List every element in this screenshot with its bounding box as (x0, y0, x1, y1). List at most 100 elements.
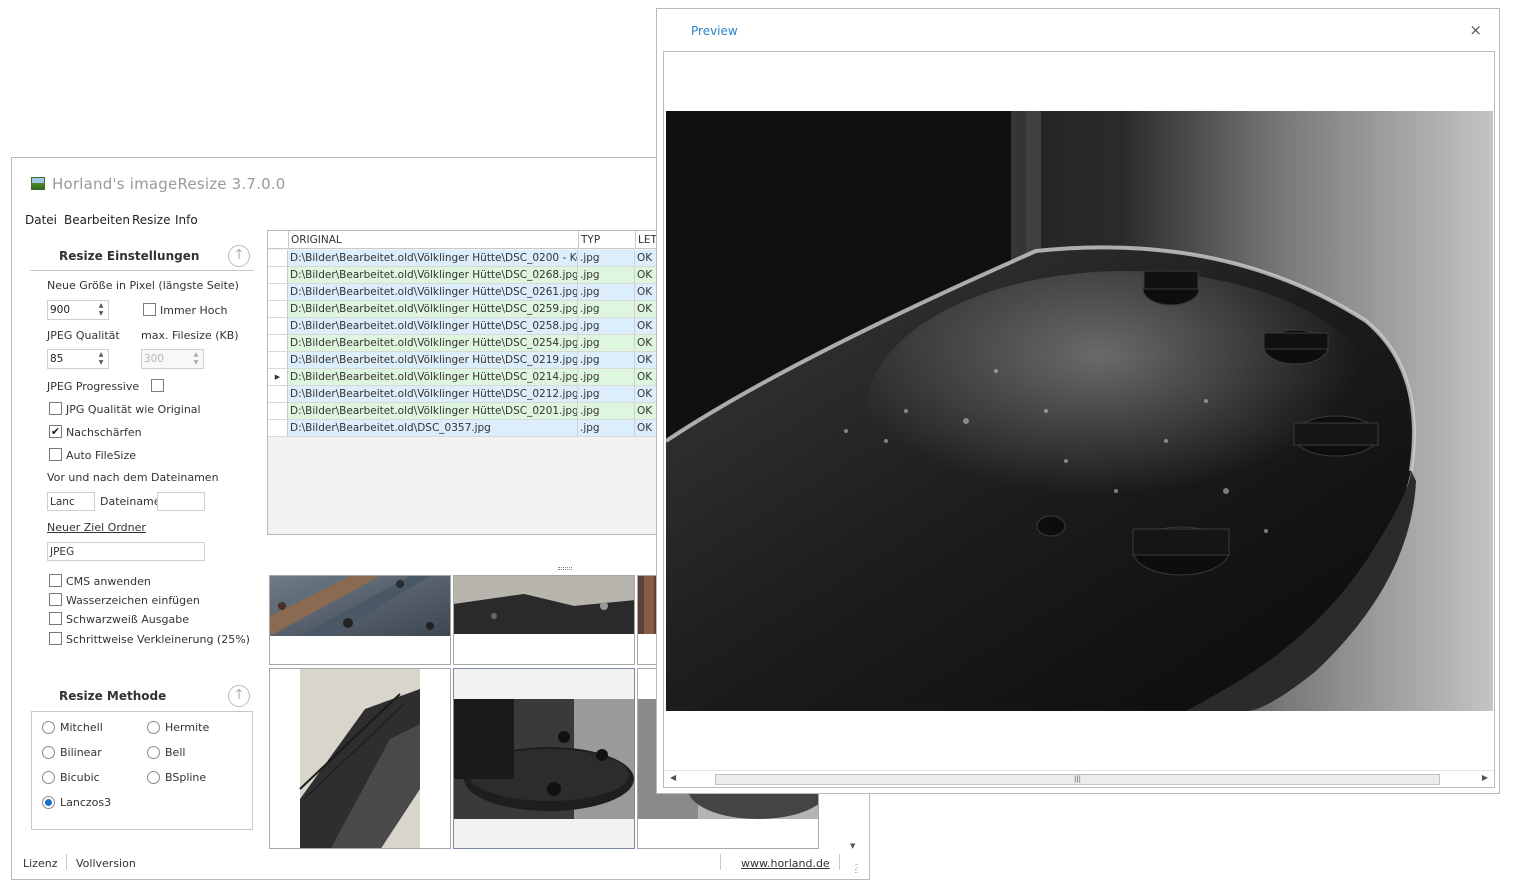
table-row[interactable]: D:\Bilder\Bearbeitet.old\Völklinger Hütt… (268, 284, 686, 301)
table-row[interactable]: ▶ D:\Bilder\Bearbeitet.old\Völklinger Hüt… (268, 369, 686, 386)
grid-header: ORIGINAL TYP LETZ (268, 231, 686, 249)
radio-bspline-label: BSpline (165, 771, 207, 784)
close-icon[interactable]: × (1469, 21, 1482, 39)
radio-bell[interactable] (147, 746, 160, 759)
status-bar: Lizenz Vollversion www.horland.de ·::: (12, 854, 869, 879)
menu-resize[interactable]: Resize (132, 213, 170, 227)
splitter-grip[interactable] (558, 567, 572, 570)
status-separator (66, 854, 67, 870)
app-title: Horland's imageResize 3.7.0.0 (52, 175, 286, 193)
row-header[interactable] (268, 267, 288, 284)
status-separator (720, 854, 721, 870)
radio-lanczos3[interactable] (42, 796, 55, 809)
cell-original: D:\Bilder\Bearbeitet.old\Völklinger Hütt… (288, 369, 578, 386)
license-label[interactable]: Lizenz (23, 857, 57, 870)
orig-quality-checkbox[interactable] (49, 402, 62, 415)
column-original[interactable]: ORIGINAL (288, 231, 578, 249)
bw-checkbox[interactable] (49, 612, 62, 625)
table-row[interactable]: D:\Bilder\Bearbeitet.old\Völklinger Hütt… (268, 267, 686, 284)
table-row[interactable]: D:\Bilder\Bearbeitet.old\Völklinger Hütt… (268, 403, 686, 420)
resize-grip-icon[interactable]: ·::: (854, 862, 864, 875)
suffix-input[interactable] (157, 492, 205, 511)
preview-image (666, 111, 1493, 711)
target-folder-link[interactable]: Neuer Ziel Ordner (47, 521, 146, 534)
row-header[interactable] (268, 250, 288, 267)
jpeg-quality-spinner[interactable]: 85 ▲ ▼ (47, 349, 109, 369)
radio-mitchell-label: Mitchell (60, 721, 103, 734)
filename-label: Dateiname (100, 495, 161, 508)
orig-quality-label: JPG Qualität wie Original (66, 403, 201, 416)
table-row[interactable]: D:\Bilder\Bearbeitet.old\Völklinger Hütt… (268, 386, 686, 403)
thumbnail-image (454, 699, 634, 819)
row-header[interactable] (268, 284, 288, 301)
preview-hscrollbar[interactable]: ◀ ||| ▶ (664, 770, 1494, 787)
website-link[interactable]: www.horland.de (741, 857, 830, 870)
radio-bilinear[interactable] (42, 746, 55, 759)
thumbnail-1[interactable] (269, 575, 451, 665)
table-row[interactable]: D:\Bilder\Bearbeitet.old\Völklinger Hütt… (268, 301, 686, 318)
thumbnail-5-selected[interactable] (453, 668, 635, 849)
table-row[interactable]: D:\Bilder\Bearbeitet.old\Völklinger Hütt… (268, 318, 686, 335)
thumbnail-2[interactable] (453, 575, 635, 665)
arrow-up-icon: ↑ (233, 247, 245, 263)
menu-info[interactable]: Info (175, 213, 198, 227)
radio-bilinear-label: Bilinear (60, 746, 102, 759)
cms-checkbox[interactable] (49, 574, 62, 587)
target-folder-input[interactable]: JPEG (47, 542, 205, 561)
radio-mitchell[interactable] (42, 721, 55, 734)
scroll-thumb[interactable]: ||| (715, 774, 1440, 785)
cell-original: D:\Bilder\Bearbeitet.old\Völklinger Hütt… (288, 318, 578, 335)
row-header[interactable] (268, 318, 288, 335)
scroll-right-icon[interactable]: ▶ (1482, 773, 1488, 782)
table-row[interactable]: D:\Bilder\Bearbeitet.old\Völklinger Hütt… (268, 335, 686, 352)
auto-filesize-checkbox[interactable] (49, 448, 62, 461)
max-filesize-value: 300 (144, 353, 165, 365)
row-header[interactable] (268, 420, 288, 437)
status-separator (839, 854, 840, 870)
thumbnail-4[interactable] (269, 668, 451, 849)
table-row[interactable]: D:\Bilder\Bearbeitet.old\Völklinger Hütt… (268, 250, 686, 267)
stepwise-checkbox[interactable] (49, 632, 62, 645)
collapse-settings-button[interactable]: ↑ (228, 245, 250, 267)
radio-hermite[interactable] (147, 721, 160, 734)
table-row[interactable]: D:\Bilder\Bearbeitet.old\Völklinger Hütt… (268, 352, 686, 369)
prefix-value: Lanc (50, 496, 75, 508)
file-grid[interactable]: ORIGINAL TYP LETZ D:\Bilder\Bearbeitet.o… (267, 230, 687, 535)
table-row[interactable]: D:\Bilder\Bearbeitet.old\DSC_0357.jpg .jp… (268, 420, 686, 437)
column-typ[interactable]: TYP (578, 231, 635, 249)
new-size-value: 900 (50, 304, 71, 316)
spinner-arrows-icon[interactable]: ▲ ▼ (95, 351, 107, 367)
scroll-down-icon[interactable]: ▼ (850, 842, 855, 850)
menu-datei[interactable]: Datei (25, 213, 57, 227)
jpeg-quality-value: 85 (50, 353, 64, 365)
sharpen-checkbox[interactable]: ✔ (49, 425, 62, 438)
radio-bicubic[interactable] (42, 771, 55, 784)
new-size-spinner[interactable]: 900 ▲ ▼ (47, 300, 109, 320)
row-header[interactable] (268, 403, 288, 420)
collapse-method-button[interactable]: ↑ (228, 685, 250, 707)
thumbnail-image (270, 576, 450, 636)
app-icon (31, 177, 45, 190)
row-header[interactable] (268, 301, 288, 318)
radio-hermite-label: Hermite (165, 721, 210, 734)
preview-title: Preview (691, 24, 738, 38)
cell-original: D:\Bilder\Bearbeitet.old\Völklinger Hütt… (288, 403, 578, 420)
thumbnail-image (299, 669, 420, 848)
cell-original: D:\Bilder\Bearbeitet.old\Völklinger Hütt… (288, 301, 578, 318)
cms-label: CMS anwenden (66, 575, 151, 588)
row-header[interactable] (268, 386, 288, 403)
menu-bearbeiten[interactable]: Bearbeiten (64, 213, 130, 227)
sharpen-label: Nachschärfen (66, 426, 142, 439)
progressive-checkbox[interactable] (151, 379, 164, 392)
cell-original: D:\Bilder\Bearbeitet.old\Völklinger Hütt… (288, 352, 578, 369)
watermark-checkbox[interactable] (49, 593, 62, 606)
radio-bell-label: Bell (165, 746, 186, 759)
row-header[interactable]: ▶ (268, 369, 288, 386)
scroll-left-icon[interactable]: ◀ (670, 773, 676, 782)
row-header[interactable] (268, 352, 288, 369)
immer-hoch-checkbox[interactable] (143, 303, 156, 316)
radio-bspline[interactable] (147, 771, 160, 784)
prefix-input[interactable]: Lanc (47, 492, 95, 511)
spinner-arrows-icon[interactable]: ▲ ▼ (95, 302, 107, 318)
row-header[interactable] (268, 335, 288, 352)
